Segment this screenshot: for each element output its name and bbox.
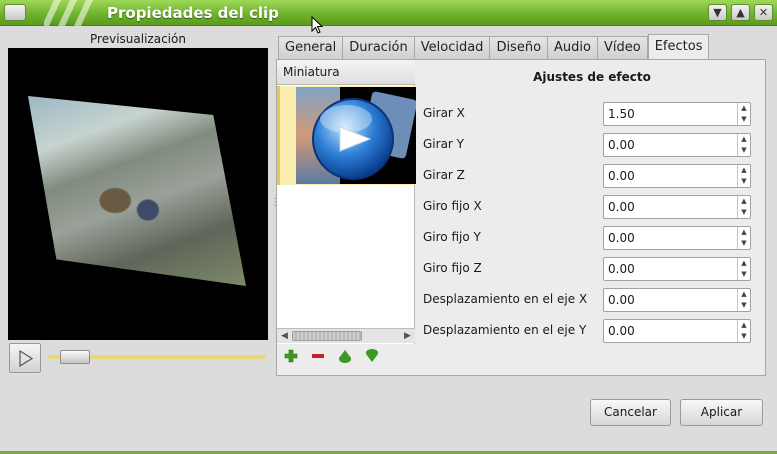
tab-audio[interactable]: Audio <box>547 36 597 60</box>
close-icon: ✕ <box>758 6 769 19</box>
effect-settings-title: Ajustes de efecto <box>533 70 651 84</box>
spin-up-icon[interactable]: ▲ <box>738 103 750 114</box>
add-icon[interactable] <box>282 347 300 365</box>
girar-z-label: Girar Z <box>423 168 465 182</box>
giro-fijo-y-row: Giro fijo Y 0.00 ▲ ▼ <box>423 226 763 250</box>
desplazamiento-x-row: Desplazamiento en el eje X 0.00 ▲ ▼ <box>423 288 763 312</box>
spin-down-icon[interactable]: ▼ <box>738 207 750 218</box>
giro-fijo-x-value[interactable]: 0.00 <box>608 200 635 214</box>
scrollbar-thumb[interactable] <box>292 331 362 341</box>
timeline-slider-handle[interactable] <box>60 350 90 364</box>
spin-down-icon[interactable]: ▼ <box>738 176 750 187</box>
spin-up-icon[interactable]: ▲ <box>738 165 750 176</box>
spin-up-icon[interactable]: ▲ <box>738 320 750 331</box>
window-menu-button[interactable] <box>4 4 26 21</box>
desplazamiento-x-label: Desplazamiento en el eje X <box>423 292 588 306</box>
scroll-left-icon[interactable]: ◀ <box>278 330 291 342</box>
cancel-button[interactable]: Cancelar <box>590 399 671 426</box>
giro-fijo-x-row: Giro fijo X 0.00 ▲ ▼ <box>423 195 763 219</box>
effect-thumbnail <box>296 87 416 184</box>
list-item[interactable] <box>277 86 416 185</box>
apply-button[interactable]: Aplicar <box>680 399 763 426</box>
window-title: Propiedades del clip <box>107 4 279 22</box>
spin-up-icon[interactable]: ▲ <box>738 196 750 207</box>
effects-list-scrollbar[interactable]: ◀ ▶ <box>277 328 415 343</box>
desplazamiento-y-spinbox[interactable]: 0.00 ▲ ▼ <box>603 319 751 343</box>
spin-down-icon[interactable]: ▼ <box>738 269 750 280</box>
girar-z-row: Girar Z 0.00 ▲ ▼ <box>423 164 763 188</box>
desplazamiento-y-label: Desplazamiento en el eje Y <box>423 323 587 337</box>
play-effect-icon <box>312 91 416 180</box>
girar-x-label: Girar X <box>423 106 465 120</box>
minimize-button[interactable]: ▼ <box>708 4 727 21</box>
spin-up-icon[interactable]: ▲ <box>738 227 750 238</box>
effects-list-header[interactable]: Miniatura <box>277 60 415 85</box>
play-button[interactable] <box>9 343 41 373</box>
title-bar-decoration <box>44 0 96 26</box>
spin-up-icon[interactable]: ▲ <box>738 289 750 300</box>
preview-canvas <box>8 48 268 340</box>
girar-x-value[interactable]: 1.50 <box>608 107 635 121</box>
giro-fijo-z-value[interactable]: 0.00 <box>608 262 635 276</box>
girar-y-label: Girar Y <box>423 137 464 151</box>
maximize-button[interactable]: ▲ <box>731 4 750 21</box>
giro-fijo-z-label: Giro fijo Z <box>423 261 482 275</box>
move-up-icon[interactable] <box>336 347 354 365</box>
move-down-icon[interactable] <box>363 347 381 365</box>
girar-z-spinbox[interactable]: 0.00 ▲ ▼ <box>603 164 751 188</box>
tab-diseno[interactable]: Diseño <box>489 36 548 60</box>
giro-fijo-z-spinbox[interactable]: 0.00 ▲ ▼ <box>603 257 751 281</box>
giro-fijo-y-spinbox[interactable]: 0.00 ▲ ▼ <box>603 226 751 250</box>
remove-icon[interactable] <box>309 347 327 365</box>
girar-z-value[interactable]: 0.00 <box>608 169 635 183</box>
desplazamiento-y-value[interactable]: 0.00 <box>608 324 635 338</box>
spin-down-icon[interactable]: ▼ <box>738 238 750 249</box>
giro-fijo-x-spinbox[interactable]: 0.00 ▲ ▼ <box>603 195 751 219</box>
spin-up-icon[interactable]: ▲ <box>738 134 750 145</box>
tab-velocidad[interactable]: Velocidad <box>413 36 490 60</box>
girar-y-row: Girar Y 0.00 ▲ ▼ <box>423 133 763 157</box>
spin-down-icon[interactable]: ▼ <box>738 331 750 342</box>
spin-down-icon[interactable]: ▼ <box>738 114 750 125</box>
title-bar: Propiedades del clip ▼ ▲ ✕ <box>0 0 777 26</box>
girar-x-row: Girar X 1.50 ▲ ▼ <box>423 102 763 126</box>
girar-y-value[interactable]: 0.00 <box>608 138 635 152</box>
desplazamiento-y-row: Desplazamiento en el eje Y 0.00 ▲ ▼ <box>423 319 763 343</box>
desplazamiento-x-spinbox[interactable]: 0.00 ▲ ▼ <box>603 288 751 312</box>
preview-label: Previsualización <box>90 32 186 46</box>
spin-down-icon[interactable]: ▼ <box>738 300 750 311</box>
giro-fijo-y-value[interactable]: 0.00 <box>608 231 635 245</box>
spin-up-icon[interactable]: ▲ <box>738 258 750 269</box>
spin-down-icon[interactable]: ▼ <box>738 145 750 156</box>
tab-video[interactable]: Vídeo <box>596 36 648 60</box>
play-icon <box>19 350 34 367</box>
tab-efectos[interactable]: Efectos <box>647 34 710 60</box>
tab-bar: General Duración Velocidad Diseño Audio … <box>278 34 710 60</box>
scroll-right-icon[interactable]: ▶ <box>401 330 414 342</box>
tab-duracion[interactable]: Duración <box>342 36 414 60</box>
giro-fijo-x-label: Giro fijo X <box>423 199 482 213</box>
girar-x-spinbox[interactable]: 1.50 ▲ ▼ <box>603 102 751 126</box>
chevron-up-icon: ▲ <box>736 6 745 19</box>
preview-video-frame <box>28 96 246 286</box>
effects-list-toolbar <box>282 347 381 369</box>
giro-fijo-y-label: Giro fijo Y <box>423 230 481 244</box>
tab-general[interactable]: General <box>278 36 343 60</box>
desplazamiento-x-value[interactable]: 0.00 <box>608 293 635 307</box>
close-button[interactable]: ✕ <box>754 4 773 21</box>
chevron-down-icon: ▼ <box>713 6 722 19</box>
girar-y-spinbox[interactable]: 0.00 ▲ ▼ <box>603 133 751 157</box>
giro-fijo-z-row: Giro fijo Z 0.00 ▲ ▼ <box>423 257 763 281</box>
effects-list[interactable]: Miniatura <box>277 60 416 344</box>
